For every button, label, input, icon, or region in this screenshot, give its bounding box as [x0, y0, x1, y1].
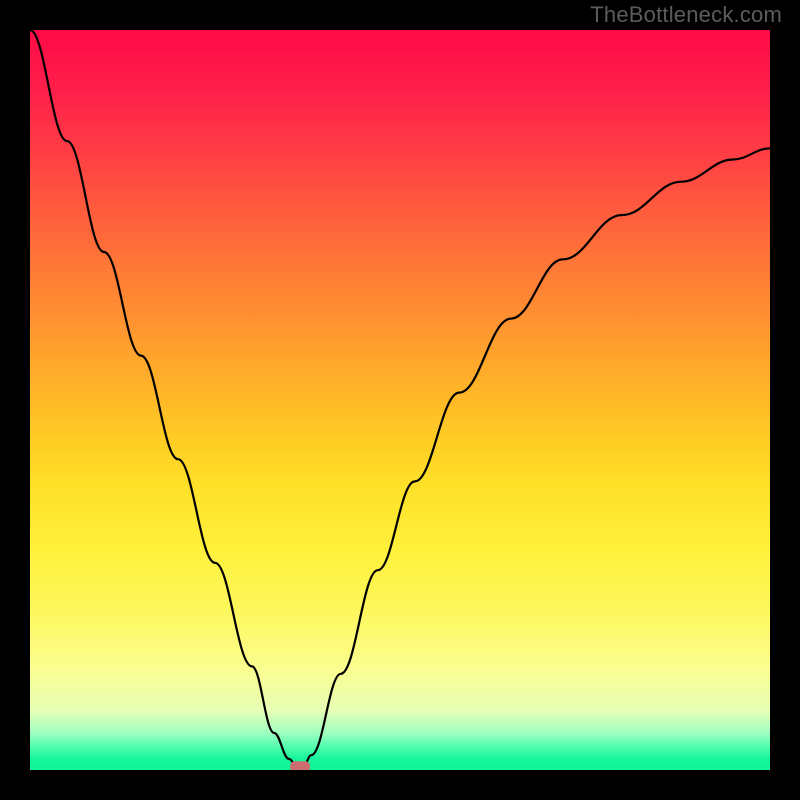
chart-svg — [30, 30, 770, 770]
watermark-text: TheBottleneck.com — [590, 2, 782, 28]
chart-frame: TheBottleneck.com — [0, 0, 800, 800]
minimum-marker — [290, 761, 310, 770]
plot-area — [30, 30, 770, 770]
bottleneck-curve — [30, 30, 770, 766]
